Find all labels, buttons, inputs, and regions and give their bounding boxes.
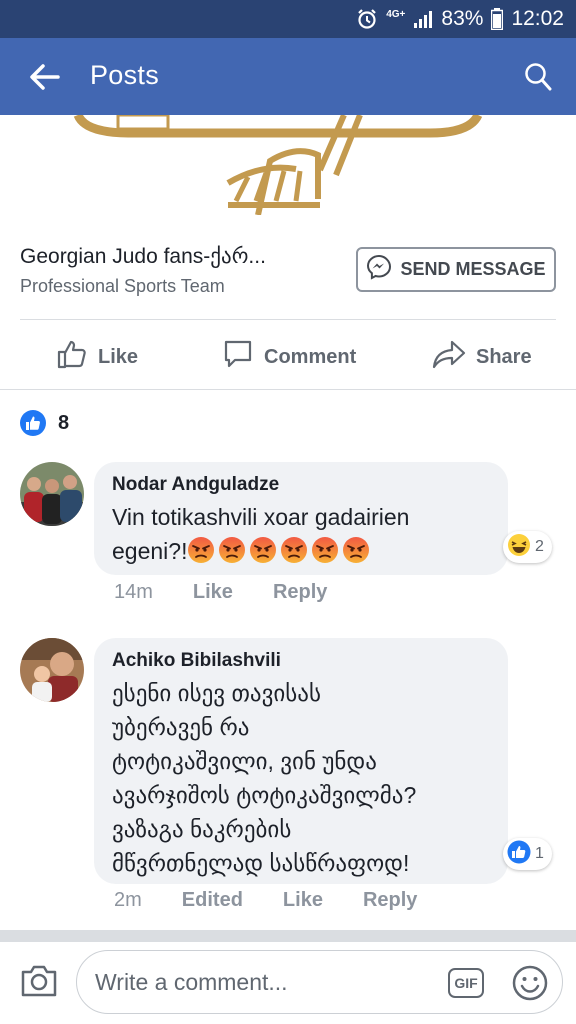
share-button[interactable]: Share [432, 338, 532, 376]
comment-text: Vin totikashvili xoar gadairien egeni?! [112, 500, 488, 568]
page-name[interactable]: Georgian Judo fans-ქარ... [20, 244, 266, 269]
page-category: Professional Sports Team [20, 276, 225, 296]
comment-meta: 2m Edited Like Reply [114, 889, 457, 912]
comment-like-link[interactable]: Like [283, 889, 323, 912]
share-label: Share [476, 345, 532, 368]
angry-emoji-icon [281, 537, 308, 563]
status-bar: 4G+ 83% 12:02 [0, 0, 576, 38]
avatar[interactable] [20, 638, 84, 702]
angry-emoji-icon [219, 537, 246, 563]
angry-emoji-icon [188, 537, 215, 563]
comment-reactions[interactable]: 1 [503, 838, 552, 870]
gif-button[interactable]: GIF [448, 968, 484, 998]
comment-text-line: ესენი ისევ თავისას [112, 680, 321, 706]
search-icon[interactable] [524, 62, 552, 92]
comment-edited-label[interactable]: Edited [182, 889, 243, 912]
avatar[interactable] [20, 462, 84, 526]
likes-count: 8 [58, 411, 70, 434]
comment-input[interactable]: Write a comment... GIF [76, 950, 563, 1014]
reaction-count: 2 [535, 538, 544, 555]
battery-icon [491, 8, 504, 30]
divider [20, 319, 556, 320]
alarm-icon [356, 8, 378, 30]
like-button[interactable]: Like [56, 338, 138, 376]
angry-emoji-icon [343, 537, 370, 563]
comment-text-line: ავარჯიშოს ტოტიკაშვილმა? [112, 782, 417, 808]
comment-time: 14m [114, 581, 153, 603]
page-title: Posts [90, 60, 160, 90]
comment-author[interactable]: Nodar Andguladze [112, 474, 488, 496]
like-label: Like [98, 345, 139, 368]
messenger-icon [366, 254, 392, 285]
like-reaction-icon [20, 410, 46, 436]
comment-reply-link[interactable]: Reply [273, 581, 327, 604]
comment-input-placeholder: Write a comment... [95, 969, 288, 995]
send-message-button[interactable]: SEND MESSAGE [356, 247, 556, 292]
page-info: Georgian Judo fans-ქარ... Professional S… [20, 238, 556, 308]
clock: 12:02 [511, 7, 564, 30]
smiley-icon[interactable] [512, 965, 548, 1001]
post-image[interactable] [0, 115, 576, 215]
comment-text-line: Vin totikashvili xoar gadairien [112, 504, 410, 530]
share-icon [432, 338, 466, 376]
comment-time: 2m [114, 889, 142, 911]
comment-text: ესენი ისევ თავისას უბერავენ რა ტოტიკაშვი… [112, 676, 488, 880]
divider [0, 389, 576, 390]
comment-text-line: ტოტიკაშვილი, ვინ უნდა [112, 748, 377, 774]
send-message-label: SEND MESSAGE [400, 259, 546, 279]
angry-emoji-icon [312, 537, 339, 563]
comment-reply-link[interactable]: Reply [363, 889, 417, 912]
comment-bubble: Nodar Andguladze Vin totikashvili xoar g… [94, 462, 508, 575]
angry-emoji-icon [250, 537, 277, 563]
divider [0, 930, 576, 942]
comment-text-line: უბერავენ რა [112, 714, 250, 740]
likes-summary[interactable]: 8 [20, 410, 69, 436]
like-reaction-icon [507, 840, 531, 869]
comment-label: Comment [264, 345, 357, 368]
comment-text-line: ვაზაგა ნაკრების [112, 816, 292, 842]
comment-text-fragment: egeni?! [112, 538, 188, 564]
comment-icon [222, 338, 254, 376]
comment-author[interactable]: Achiko Bibilashvili [112, 650, 488, 672]
comment-button[interactable]: Comment [222, 338, 356, 376]
battery-percent: 83% [441, 7, 484, 30]
signal-icon [413, 9, 433, 29]
laughing-emoji-icon [507, 533, 531, 562]
comment-bubble: Achiko Bibilashvili ესენი ისევ თავისას უ… [94, 638, 508, 884]
comment-composer: Write a comment... GIF [0, 942, 576, 1024]
thumbs-up-icon [56, 338, 88, 376]
comment-text-line: egeni?! [112, 534, 488, 568]
post-actions: Like Comment Share [0, 322, 576, 388]
reaction-count: 1 [535, 845, 544, 862]
back-arrow-icon[interactable] [28, 62, 62, 92]
app-bar: Posts [0, 38, 576, 115]
comment-meta: 14m Like Reply [114, 581, 367, 604]
comment-text-line: მწვრთნელად სასწრაფოდ! [112, 850, 410, 876]
network-type: 4G+ [386, 9, 406, 20]
comment-reactions[interactable]: 2 [503, 531, 552, 563]
comment-like-link[interactable]: Like [193, 581, 233, 604]
camera-icon[interactable] [20, 964, 58, 998]
angry-emoji-row [187, 537, 373, 564]
